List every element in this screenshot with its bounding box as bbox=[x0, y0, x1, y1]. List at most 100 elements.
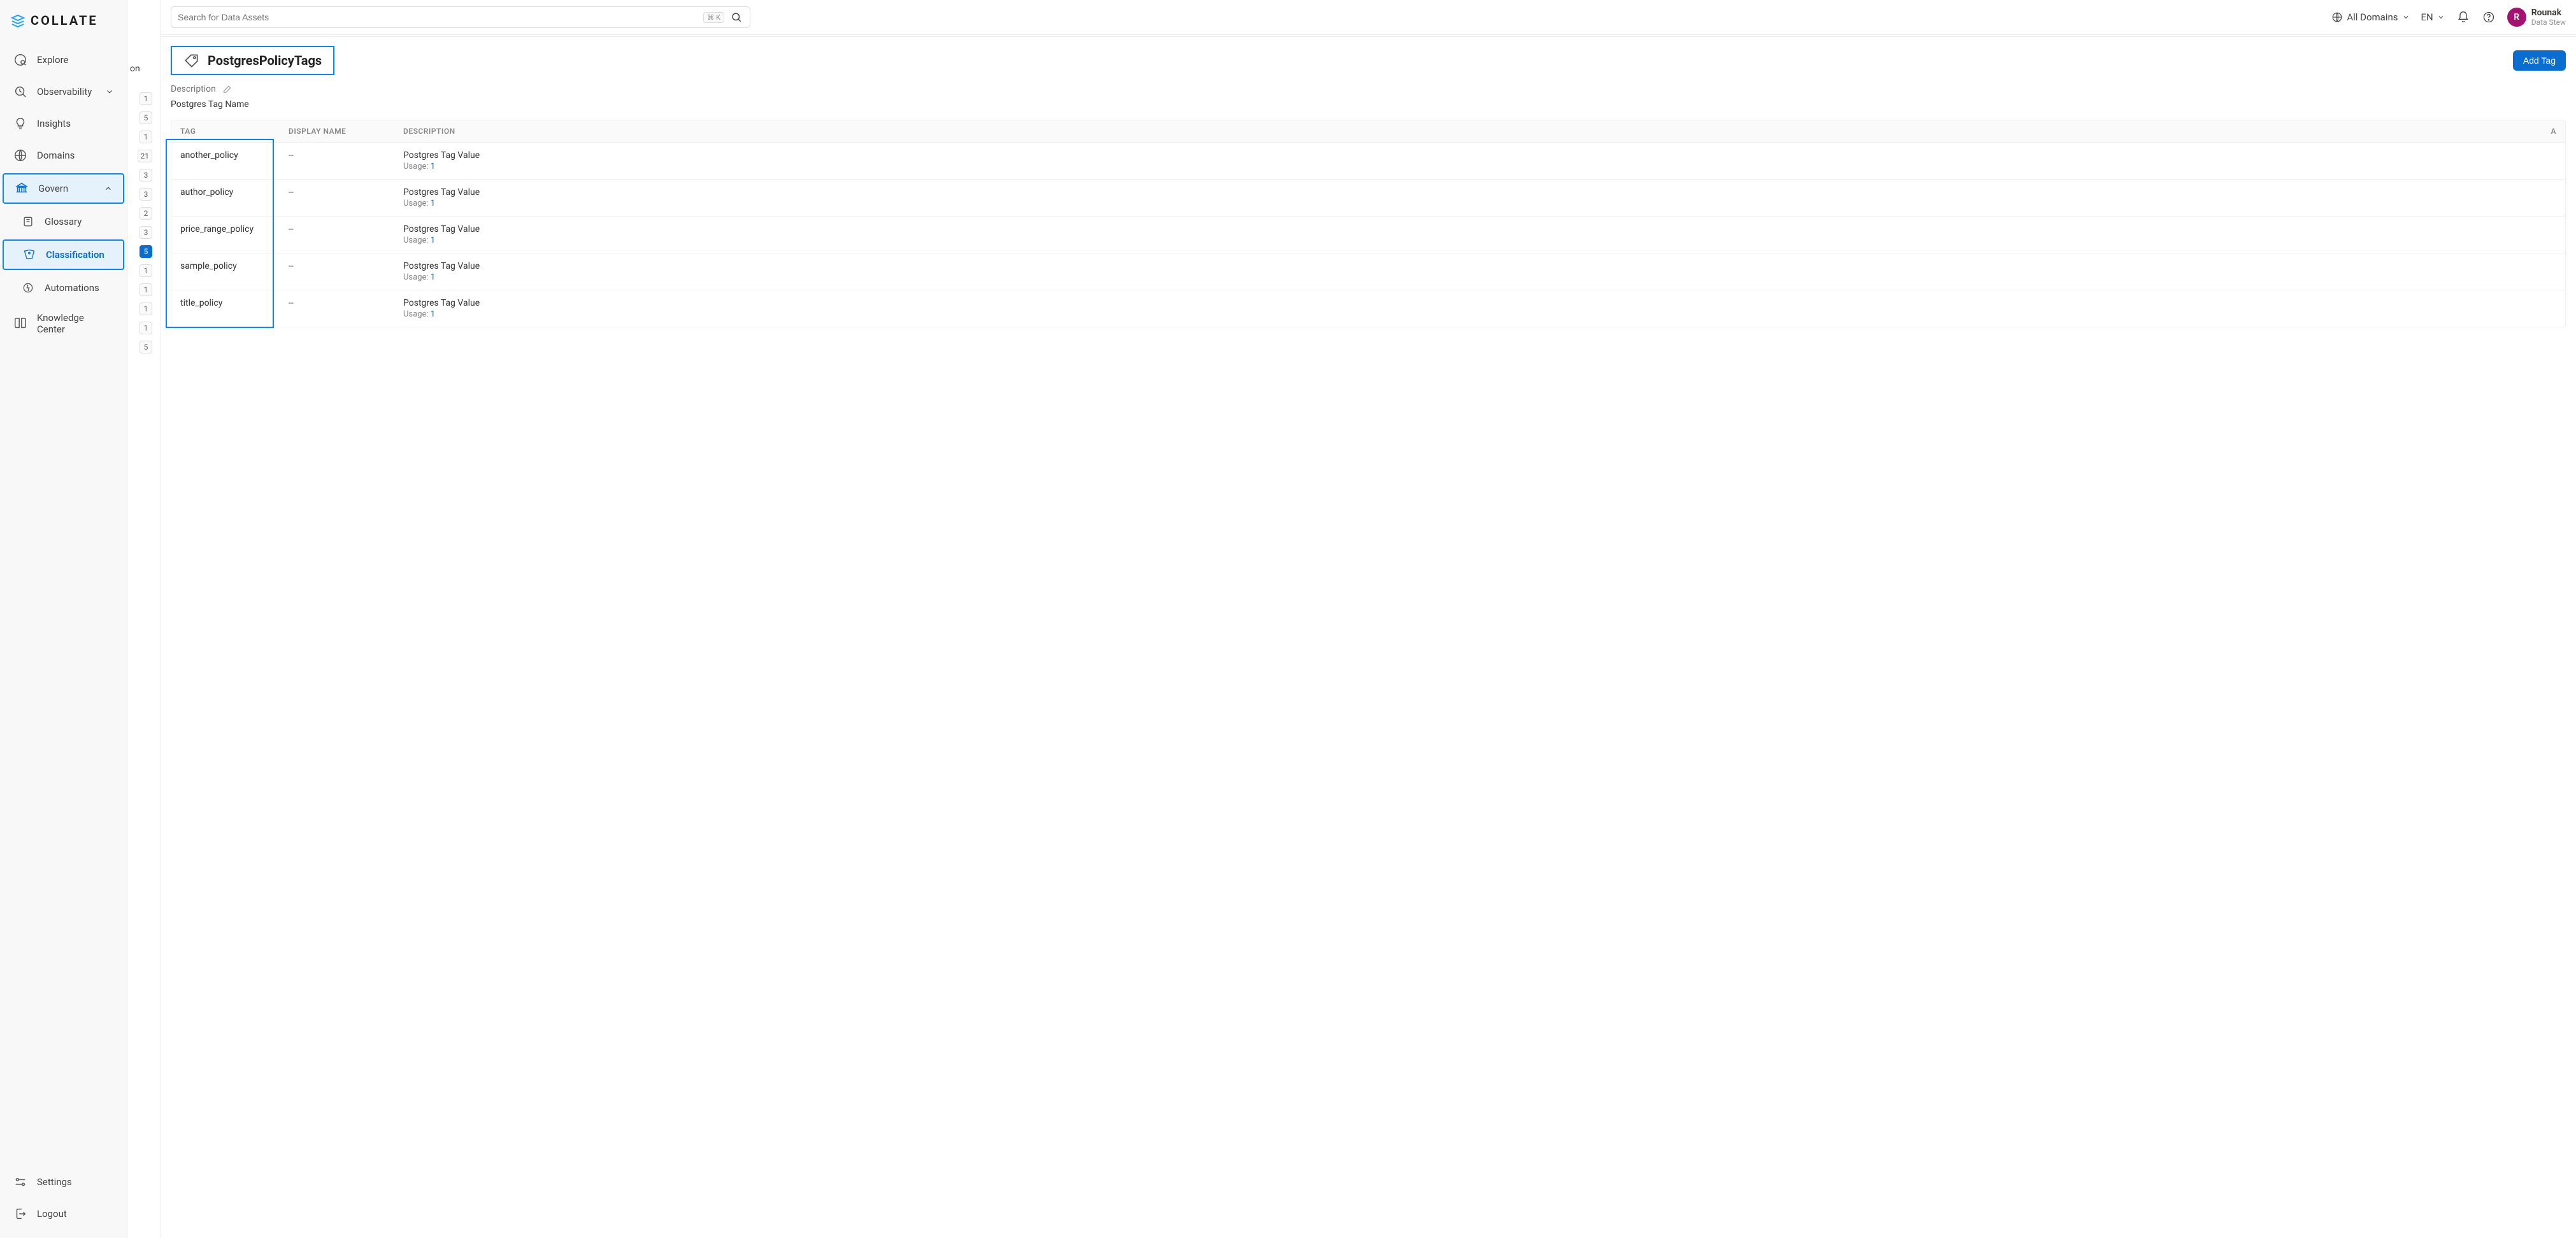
sidebar-item-observability[interactable]: Observability bbox=[3, 78, 124, 106]
classification-count-badge[interactable]: 3 bbox=[140, 226, 152, 239]
usage-text: Usage: 1 bbox=[403, 273, 2544, 282]
logout-icon bbox=[13, 1206, 28, 1221]
tag-name-cell: another_policy bbox=[180, 150, 289, 160]
usage-count[interactable]: 1 bbox=[431, 236, 435, 245]
usage-count[interactable]: 1 bbox=[431, 310, 435, 319]
insights-icon bbox=[13, 116, 28, 131]
classification-count-badge[interactable]: 5 bbox=[140, 341, 152, 353]
desc-text: Postgres Tag Value bbox=[403, 150, 2544, 160]
classification-icon bbox=[22, 247, 37, 262]
usage-text: Usage: 1 bbox=[403, 236, 2544, 245]
classification-count-badge[interactable]: 1 bbox=[140, 283, 152, 296]
description-cell: Postgres Tag ValueUsage: 1 bbox=[403, 298, 2544, 319]
sidebar-bottom: Settings Logout bbox=[0, 1164, 127, 1238]
usage-text: Usage: 1 bbox=[403, 199, 2544, 208]
user-menu[interactable]: R Rounak Data Stew bbox=[2507, 8, 2566, 27]
sidebar-item-logout[interactable]: Logout bbox=[3, 1200, 124, 1228]
sidebar-item-label: Glossary bbox=[45, 216, 114, 227]
classification-count-badge[interactable]: 1 bbox=[140, 131, 152, 143]
sidebar-item-insights[interactable]: Insights bbox=[3, 110, 124, 138]
logo-icon bbox=[10, 13, 25, 28]
table-header: TAG DISPLAY NAME DESCRIPTION A bbox=[171, 120, 2565, 143]
sidebar-item-classification[interactable]: Classification bbox=[3, 239, 124, 270]
sidebar-item-label: Explore bbox=[37, 54, 114, 66]
classification-count-badge[interactable]: 21 bbox=[138, 150, 153, 162]
usage-text: Usage: 1 bbox=[403, 162, 2544, 171]
help-icon[interactable] bbox=[2482, 10, 2496, 24]
classification-count-badge[interactable]: 1 bbox=[140, 322, 152, 334]
edit-icon[interactable] bbox=[222, 84, 233, 94]
language-dropdown[interactable]: EN bbox=[2421, 11, 2445, 23]
page-title-box: PostgresPolicyTags bbox=[171, 46, 334, 75]
table-row[interactable]: another_policy--Postgres Tag Value Usage:… bbox=[171, 143, 2565, 180]
sidebar-item-settings[interactable]: Settings bbox=[3, 1168, 124, 1196]
brand-logo[interactable]: COLLATE bbox=[0, 6, 127, 42]
explore-icon bbox=[13, 52, 28, 68]
globe-icon bbox=[2331, 11, 2343, 23]
chevron-down-icon bbox=[2402, 13, 2410, 21]
sidebar-item-label: Classification bbox=[46, 249, 113, 260]
display-name-cell: -- bbox=[289, 150, 403, 160]
brand-name: COLLATE bbox=[31, 13, 98, 28]
display-name-cell: -- bbox=[289, 224, 403, 234]
description-cell: Postgres Tag ValueUsage: 1 bbox=[403, 224, 2544, 245]
user-text: Rounak Data Stew bbox=[2531, 8, 2566, 27]
content: PostgresPolicyTags Add Tag Description P… bbox=[161, 36, 2576, 327]
classification-count-badge[interactable]: 3 bbox=[140, 169, 152, 181]
glossary-icon bbox=[20, 214, 36, 229]
classification-count-badge[interactable]: 3 bbox=[140, 188, 152, 201]
sidebar-item-knowledge[interactable]: Knowledge Center bbox=[3, 306, 124, 341]
search-icon[interactable] bbox=[729, 10, 743, 24]
sidebar-item-label: Insights bbox=[37, 118, 114, 129]
sidebar-item-automations[interactable]: Automations bbox=[3, 274, 124, 302]
add-tag-button[interactable]: Add Tag bbox=[2513, 50, 2566, 71]
th-tag: TAG bbox=[180, 127, 289, 136]
classification-count-badge[interactable]: 1 bbox=[140, 302, 152, 315]
automations-icon bbox=[20, 280, 36, 295]
domains-dropdown[interactable]: All Domains bbox=[2331, 11, 2409, 23]
usage-count[interactable]: 1 bbox=[431, 199, 435, 208]
kbd-cmd: ⌘ bbox=[707, 13, 714, 22]
page-title: PostgresPolicyTags bbox=[208, 53, 322, 68]
description-label: Description bbox=[171, 84, 216, 94]
table-row[interactable]: author_policy--Postgres Tag ValueUsage: … bbox=[171, 180, 2565, 217]
table-row[interactable]: sample_policy--Postgres Tag ValueUsage: … bbox=[171, 253, 2565, 290]
bell-icon[interactable] bbox=[2456, 10, 2470, 24]
classification-count-badge[interactable]: 1 bbox=[140, 92, 152, 105]
display-name-cell: -- bbox=[289, 187, 403, 197]
classification-list-counts: on 151213323511115 bbox=[127, 0, 161, 1238]
usage-count[interactable]: 1 bbox=[431, 162, 435, 171]
desc-text: Postgres Tag Value bbox=[403, 187, 2544, 197]
description-cell: Postgres Tag Value Usage: 1 bbox=[403, 150, 2544, 171]
sidebar-item-explore[interactable]: Explore bbox=[3, 46, 124, 74]
tag-name-cell: title_policy bbox=[180, 298, 289, 308]
tags-table: TAG DISPLAY NAME DESCRIPTION A another_p… bbox=[171, 120, 2566, 327]
th-actions: A bbox=[2544, 127, 2556, 136]
sidebar-item-label: Settings bbox=[37, 1176, 114, 1188]
sidebar-item-glossary[interactable]: Glossary bbox=[3, 208, 124, 236]
chevron-up-icon bbox=[104, 184, 113, 193]
th-display: DISPLAY NAME bbox=[289, 127, 403, 136]
classification-count-badge[interactable]: 5 bbox=[140, 245, 152, 258]
tag-name-cell: sample_policy bbox=[180, 261, 289, 271]
search-box[interactable]: ⌘ K bbox=[171, 6, 750, 28]
table-row[interactable]: price_range_policy--Postgres Tag ValueUs… bbox=[171, 217, 2565, 253]
sidebar-item-label: Domains bbox=[37, 150, 114, 161]
table-row[interactable]: title_policy--Postgres Tag ValueUsage: 1 bbox=[171, 290, 2565, 327]
sidebar-item-domains[interactable]: Domains bbox=[3, 141, 124, 169]
description-value: Postgres Tag Name bbox=[171, 99, 2566, 110]
chevron-down-icon bbox=[105, 87, 114, 96]
classification-count-badge[interactable]: 1 bbox=[140, 264, 152, 277]
sidebar-item-govern[interactable]: Govern bbox=[3, 173, 124, 204]
observability-icon bbox=[13, 84, 28, 99]
lang-label: EN bbox=[2421, 11, 2433, 23]
classification-count-badge[interactable]: 5 bbox=[140, 111, 152, 124]
user-role: Data Stew bbox=[2531, 18, 2566, 27]
th-desc: DESCRIPTION bbox=[403, 127, 2544, 136]
search-input[interactable] bbox=[178, 12, 703, 22]
chevron-down-icon bbox=[2437, 13, 2445, 21]
classification-count-badge[interactable]: 2 bbox=[140, 207, 152, 220]
sidebar-item-label: Automations bbox=[45, 282, 114, 294]
usage-count[interactable]: 1 bbox=[431, 273, 435, 282]
desc-text: Postgres Tag Value bbox=[403, 298, 2544, 308]
